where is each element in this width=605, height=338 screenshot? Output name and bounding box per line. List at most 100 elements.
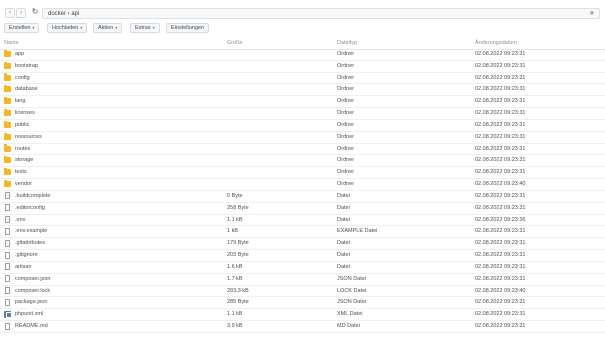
- file-type: Ordner: [337, 98, 355, 105]
- file-icon: [5, 263, 10, 271]
- table-row[interactable]: phpunit.xml 1.1 kB XML Datei 02.08.2022 09:…: [0, 309, 605, 322]
- file-modified-date: 02.08.2022 09:23:31: [475, 133, 526, 140]
- file-name: artisan: [15, 263, 32, 270]
- table-row[interactable]: .editorconfig 258 Byte Datei 02.08.2022 09:…: [0, 203, 605, 215]
- file-list: app Ordner 02.08.2022 09:23:31 bootstrap Ord…: [0, 49, 605, 333]
- folder-icon: [4, 108, 11, 117]
- table-row[interactable]: artisan 1.6 kB Datei 02.08.2022 09:23:31: [0, 262, 605, 274]
- table-row[interactable]: bootstrap Ordner 02.08.2022 09:23:31: [0, 61, 605, 73]
- table-row[interactable]: lang Ordner 02.08.2022 09:23:31: [0, 96, 605, 109]
- table-row[interactable]: database Ordner 02.08.2022 09:23:31: [0, 84, 605, 97]
- file-type: Ordner: [337, 51, 355, 57]
- action-button-label: Aktion: [98, 25, 114, 31]
- column-header-name[interactable]: Name: [4, 40, 19, 47]
- file-type: Datei: [337, 240, 350, 247]
- file-size: 3.9 kB: [227, 323, 243, 330]
- file-name: ressources: [15, 133, 42, 140]
- file-modified-date: 02.08.2022 09:23:31: [475, 275, 526, 282]
- file-type: Datei: [337, 204, 350, 211]
- file-type: Ordner: [337, 181, 355, 188]
- file-name: .gitignore: [15, 252, 38, 259]
- file-type: Datei: [337, 263, 350, 270]
- back-button[interactable]: ‹: [5, 8, 15, 18]
- column-header-size[interactable]: Größe: [227, 40, 243, 47]
- column-header-type[interactable]: Dateityp: [337, 40, 357, 47]
- file-type: Ordner: [337, 169, 355, 176]
- file-type: Ordner: [337, 121, 355, 128]
- folder-icon: [4, 168, 11, 176]
- extras-button[interactable]: Extras ▾: [130, 23, 160, 33]
- table-row[interactable]: storage Ordner 02.08.2022 09:23:31: [0, 155, 605, 168]
- file-modified-date: 02.08.2022 09:23:31: [475, 204, 526, 211]
- table-row[interactable]: .buildcomplete 0 Byte Datei 02.08.2022 09:2…: [0, 191, 605, 203]
- file-modified-date: 02.08.2022 09:23:31: [475, 86, 526, 93]
- file-icon: [5, 216, 10, 224]
- file-type: EXAMPLE Datei: [337, 228, 378, 235]
- star-icon[interactable]: ★: [589, 9, 595, 18]
- folder-icon: [4, 179, 11, 188]
- file-type: Ordner: [337, 145, 355, 152]
- file-modified-date: 02.08.2022 09:23:31: [475, 252, 526, 259]
- file-name: .env: [15, 216, 26, 223]
- table-row[interactable]: .gitattributes 179 Byte Datei 02.08.2022 09…: [0, 238, 605, 251]
- file-type: Ordner: [337, 74, 355, 81]
- file-modified-date: 02.08.2022 09:23:31: [475, 62, 526, 69]
- file-name: package.json: [15, 299, 48, 306]
- file-size: 203 Byte: [227, 252, 249, 259]
- file-name: .gitattributes: [15, 240, 45, 247]
- file-type: MD Datei: [337, 323, 360, 330]
- upload-button-label: Hochladen: [52, 25, 79, 31]
- folder-icon: [4, 61, 11, 69]
- forward-button[interactable]: ›: [16, 8, 26, 18]
- breadcrumb[interactable]: docker › api: [48, 10, 79, 18]
- table-row[interactable]: composer.json 1.7 kB JSON Datei 02.08.2022 …: [0, 274, 605, 286]
- table-row[interactable]: ressources Ordner 02.08.2022 09:23:31: [0, 132, 605, 144]
- table-row[interactable]: .env 1.1 kB Datei 02.08.2022 09:23:36: [0, 215, 605, 227]
- table-row[interactable]: app Ordner 02.08.2022 09:23:31: [0, 49, 605, 61]
- file-name: routes: [15, 145, 31, 152]
- file-name: phpunit.xml: [15, 311, 44, 318]
- table-row[interactable]: licenses Ordner 02.08.2022 09:23:31: [0, 108, 605, 120]
- file-type: XML Datei: [337, 311, 363, 318]
- settings-button[interactable]: Einstellungen: [166, 23, 210, 33]
- address-bar: ‹ › ↻ docker › api ★: [0, 0, 605, 21]
- table-row[interactable]: .env.example 1 kB EXAMPLE Datei 02.08.2022 …: [0, 226, 605, 239]
- file-name: lang: [15, 98, 26, 105]
- file-icon: [5, 275, 10, 283]
- file-type: Ordner: [337, 86, 355, 93]
- file-type: Ordner: [337, 62, 355, 69]
- file-modified-date: 02.08.2022 09:23:31: [475, 145, 526, 152]
- table-row[interactable]: config Ordner 02.08.2022 09:23:31: [0, 73, 605, 85]
- file-modified-date: 02.08.2022 09:23:31: [475, 228, 526, 235]
- file-name: .buildcomplete: [15, 192, 51, 199]
- file-name: app: [15, 51, 25, 57]
- table-row[interactable]: routes Ordner 02.08.2022 09:23:31: [0, 144, 605, 156]
- file-modified-date: 02.08.2022 09:23:31: [475, 323, 526, 330]
- file-modified-date: 02.08.2022 09:23:31: [475, 157, 526, 164]
- action-button[interactable]: Aktion ▾: [93, 23, 123, 33]
- file-name: tests: [15, 169, 27, 176]
- create-button[interactable]: Erstellen ▾: [4, 23, 40, 33]
- table-row[interactable]: tests Ordner 02.08.2022 09:23:31: [0, 167, 605, 180]
- file-type: JSON Datei: [337, 275, 367, 282]
- settings-button-label: Einstellungen: [171, 25, 205, 31]
- file-size: 1.1 kB: [227, 216, 243, 223]
- table-row[interactable]: package.json 285 Byte JSON Datei 02.08.2022…: [0, 297, 605, 310]
- table-row[interactable]: composer.lock 283.3 kB LOCK Datei 02.08.202…: [0, 286, 605, 298]
- refresh-button[interactable]: ↻: [30, 8, 40, 18]
- file-name: storage: [15, 157, 34, 164]
- create-button-label: Erstellen: [9, 25, 31, 31]
- file-name: database: [15, 86, 38, 93]
- table-row[interactable]: .gitignore 203 Byte Datei 02.08.2022 09:23:…: [0, 250, 605, 262]
- file-type: Datei: [337, 252, 350, 259]
- table-row[interactable]: public Ordner 02.08.2022 09:23:31: [0, 120, 605, 132]
- file-type: Datei: [337, 216, 350, 223]
- file-modified-date: 02.08.2022 09:23:31: [475, 110, 526, 117]
- folder-icon: [4, 132, 11, 140]
- upload-button[interactable]: Hochladen ▾: [47, 23, 88, 33]
- path-field[interactable]: docker › api ★: [42, 8, 600, 19]
- file-modified-date: 02.08.2022 09:23:31: [475, 192, 526, 199]
- table-row[interactable]: README.md 3.9 kB MD Datei 02.08.2022 09:23:…: [0, 321, 605, 333]
- table-row[interactable]: vendor Ordner 02.08.2022 09:23:40: [0, 179, 605, 191]
- column-header-modified[interactable]: Änderungsdatum: [475, 40, 517, 47]
